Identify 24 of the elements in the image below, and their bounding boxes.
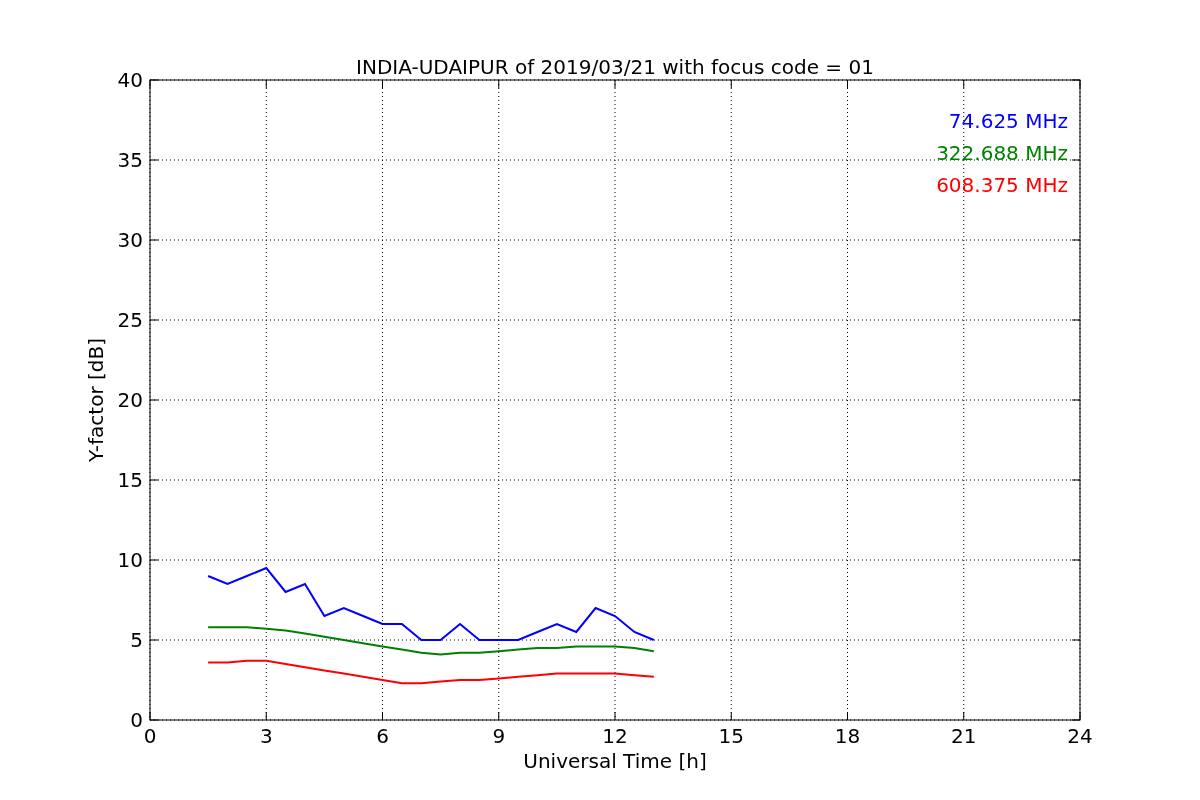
tick-label: 25	[117, 308, 143, 332]
tick-label: 0	[130, 708, 143, 732]
tick-label: 30	[117, 228, 143, 252]
tick-label: 9	[492, 724, 506, 748]
tick-label: 5	[130, 628, 143, 652]
tick-label: 21	[951, 724, 977, 748]
tick-label: 10	[117, 548, 143, 572]
tick-label: 40	[117, 68, 143, 92]
tick-label: 35	[117, 148, 143, 172]
x-axis-label: Universal Time [h]	[523, 749, 707, 773]
legend-label: 608.375 MHz	[936, 173, 1068, 197]
tick-label: 18	[834, 724, 861, 748]
chart-title: INDIA-UDAIPUR of 2019/03/21 with focus code = 01	[356, 55, 874, 79]
tick-label: 12	[602, 724, 628, 748]
tick-label: 0	[143, 724, 157, 748]
legend-label: 322.688 MHz	[936, 141, 1068, 165]
tick-label: 20	[117, 388, 143, 412]
tick-label: 3	[259, 724, 273, 748]
tick-label: 6	[376, 724, 389, 748]
tick-label: 15	[117, 468, 143, 492]
tick-label: 15	[718, 724, 744, 748]
tick-label: 24	[1067, 724, 1093, 748]
y-axis-label: Y-factor [dB]	[84, 338, 108, 462]
legend-label: 74.625 MHz	[948, 109, 1068, 133]
